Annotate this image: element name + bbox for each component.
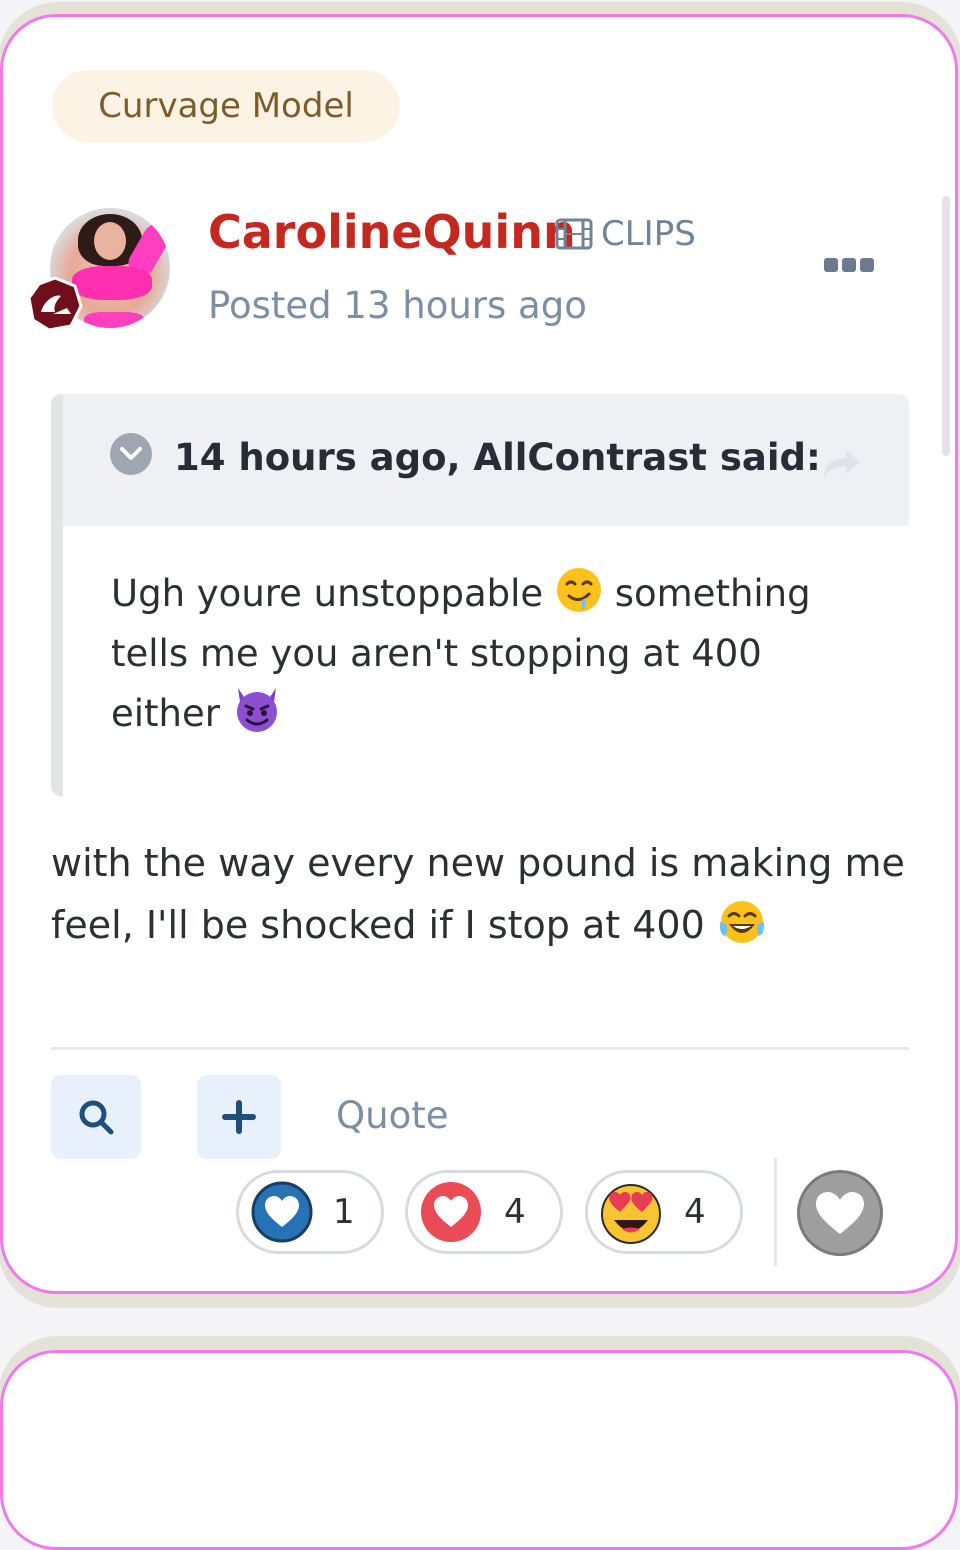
post-timestamp[interactable]: Posted 13 hours ago [208, 282, 587, 330]
quote-button[interactable]: Quote [336, 1092, 448, 1140]
reaction-star-eyes-count: 4 [684, 1192, 706, 1232]
search-button[interactable] [51, 1075, 141, 1159]
user-group-badge: Curvage Model [52, 70, 400, 142]
quote-text-part1: Ugh youre unstoppable [111, 572, 544, 615]
smiling-devil-emoji-icon [236, 688, 277, 732]
search-icon [79, 1100, 114, 1135]
tears-of-joy-emoji-icon [719, 901, 765, 943]
plus-icon [222, 1100, 256, 1134]
reaction-love-count: 4 [504, 1192, 526, 1232]
reaction-separator [774, 1158, 777, 1266]
reaction-love[interactable]: 4 [405, 1170, 563, 1254]
reaction-like-count: 1 [333, 1192, 355, 1232]
heart-icon [816, 1192, 864, 1234]
divider [51, 1047, 909, 1050]
share-arrow-icon[interactable] [820, 446, 862, 480]
drooling-face-emoji-icon [556, 568, 601, 612]
heart-eyes-emoji-icon [601, 1184, 661, 1244]
next-post-card [0, 1350, 958, 1550]
react-button[interactable] [797, 1170, 883, 1256]
multiquote-button[interactable] [197, 1075, 281, 1159]
blue-heart-icon [251, 1181, 313, 1243]
reaction-like[interactable]: 1 [236, 1170, 384, 1254]
chevron-down-icon[interactable] [110, 433, 152, 475]
red-heart-icon [421, 1182, 481, 1242]
quote-text: Ugh youre unstoppable something tells me… [111, 564, 871, 744]
post-body: with the way every new pound is making m… [51, 832, 911, 956]
reaction-star-eyes[interactable]: 4 [585, 1170, 743, 1254]
more-options-icon[interactable] [824, 258, 874, 274]
clips-label: CLIPS [601, 214, 696, 254]
scrollbar[interactable] [942, 196, 950, 456]
author-username[interactable]: CarolineQuinn [208, 204, 576, 260]
rank-badge-icon [27, 276, 83, 332]
clips-tag[interactable]: CLIPS [555, 214, 696, 254]
post-body-text: with the way every new pound is making m… [51, 841, 905, 947]
quote-citation: 14 hours ago, AllContrast said: [174, 436, 821, 479]
film-icon [555, 218, 593, 250]
